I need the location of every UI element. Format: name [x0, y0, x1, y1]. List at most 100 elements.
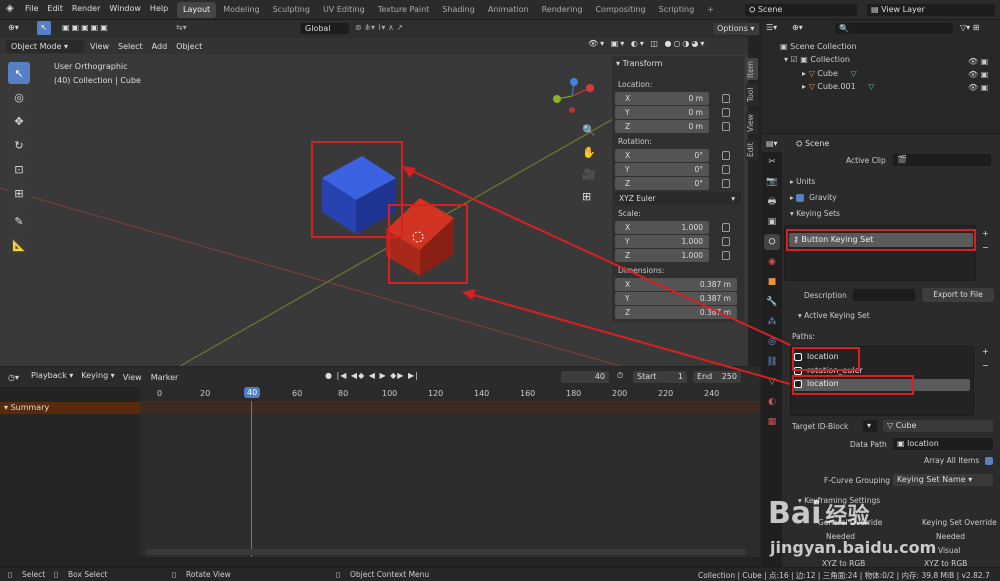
active-clip-field[interactable]: 🎬 — [892, 153, 992, 167]
menu-view[interactable]: View — [90, 42, 109, 51]
select-mode-icon[interactable]: ↖ — [37, 21, 51, 35]
data-path-field[interactable]: ▣ location — [892, 437, 994, 451]
tab-compositing[interactable]: Compositing — [589, 2, 651, 18]
transform-title[interactable]: ▾ Transform — [616, 59, 662, 68]
lock-icon[interactable] — [722, 223, 730, 232]
active-keying-set-panel[interactable]: ▾ Active Keying Set — [798, 311, 870, 320]
lock-icon[interactable] — [722, 165, 730, 174]
menu-help[interactable]: Help — [150, 4, 168, 13]
units-panel[interactable]: ▸ Units — [790, 177, 815, 186]
summary-channel[interactable]: ▾ Summary — [0, 402, 140, 414]
render-tab-icon[interactable]: 📷 — [764, 174, 780, 190]
target-type-dropdown[interactable]: ▾ — [862, 419, 878, 433]
outliner-item-cube-001[interactable]: ▸ ▽ Cube.001 ▽ — [802, 82, 874, 91]
outliner-editor-icon[interactable]: ☰▾ — [766, 23, 777, 32]
view-layer-tab-icon[interactable]: ▣ — [764, 214, 780, 230]
add-keying-set-button[interactable]: + — [982, 229, 989, 238]
menu-select[interactable]: Select — [118, 42, 143, 51]
tab-sculpting[interactable]: Sculpting — [267, 2, 316, 18]
physics-tab-icon[interactable]: ◎ — [764, 334, 780, 350]
timeline-ruler[interactable]: 0 20 40 60 80 100 120 140 160 180 200 22… — [140, 387, 760, 401]
end-frame-field[interactable]: End 250 — [692, 370, 742, 384]
transform-pivot-icon[interactable]: ⇆▾ — [176, 23, 187, 32]
lock-icon[interactable] — [722, 179, 730, 188]
lock-icon[interactable] — [722, 251, 730, 260]
outliner-search-input[interactable]: 🔍 — [834, 22, 954, 35]
modifier-tab-icon[interactable]: 🔧 — [764, 294, 780, 310]
timeline-scrollbar[interactable] — [146, 549, 746, 555]
add-workspace-button[interactable]: + — [701, 2, 720, 18]
display-mode-icon[interactable]: ⊕▾ — [792, 23, 803, 32]
orientation-dropdown[interactable]: Global — [300, 22, 350, 35]
lock-icon[interactable] — [722, 122, 730, 131]
scene-collection-row[interactable]: ▣ Scene Collection — [780, 42, 857, 51]
output-tab-icon[interactable]: 🖶 — [764, 194, 780, 210]
rotation-mode-dropdown[interactable]: XYZ Euler ▾ — [615, 192, 741, 205]
menu-timeline-view[interactable]: View — [123, 373, 142, 382]
lock-icon[interactable] — [722, 151, 730, 160]
menu-keying[interactable]: Keying ▾ — [77, 370, 119, 384]
remove-path-button[interactable]: − — [982, 361, 989, 370]
sidebar-tab-edit[interactable]: Edit — [746, 140, 758, 160]
shading-icons[interactable]: 👁▾ ▣▾ ◐▾ ◫ ●○◑◕▾ — [588, 39, 706, 48]
menu-window[interactable]: Window — [109, 4, 141, 13]
object-tab-icon[interactable]: ■ — [764, 274, 780, 290]
tab-modeling[interactable]: Modeling — [217, 2, 265, 18]
tab-texture-paint[interactable]: Texture Paint — [372, 2, 436, 18]
annotate-tool-icon[interactable]: ✎ — [8, 210, 30, 232]
gravity-panel[interactable]: ▸ Gravity — [790, 193, 837, 202]
editor-type-icon[interactable]: ⊕▾ — [8, 23, 19, 32]
grid-icon[interactable]: ⊞ — [582, 186, 596, 208]
fcurve-grouping-dropdown[interactable]: Keying Set Name ▾ — [892, 473, 994, 487]
select-tool-icon[interactable]: ↖ — [8, 62, 30, 84]
scale-x-field[interactable]: X 1.000 — [615, 221, 709, 234]
lock-icon[interactable] — [722, 94, 730, 103]
menu-file[interactable]: File — [25, 4, 38, 13]
add-path-button[interactable]: + — [982, 347, 989, 356]
transform-tool-icon[interactable]: ⊞ — [8, 182, 30, 204]
texture-tab-icon[interactable]: ▦ — [764, 414, 780, 430]
export-to-file-button[interactable]: Export to File — [922, 288, 994, 302]
lock-icon[interactable] — [722, 237, 730, 246]
particles-tab-icon[interactable]: ⁂ — [764, 314, 780, 330]
array-all-items-checkbox[interactable]: Array All Items — [924, 456, 998, 465]
tab-layout[interactable]: Layout — [177, 2, 217, 18]
menu-edit[interactable]: Edit — [47, 4, 63, 13]
location-x-field[interactable]: X0 m — [615, 92, 709, 105]
rotate-tool-icon[interactable]: ↻ — [8, 134, 30, 156]
menu-object[interactable]: Object — [176, 42, 202, 51]
blender-logo-icon[interactable]: ◈ — [6, 3, 14, 14]
zoom-icon[interactable]: 🔍 — [582, 120, 596, 142]
snap-icons[interactable]: ⊚ ⋔▾ ⌇▾ ∧ ↗ — [355, 23, 403, 32]
location-y-field[interactable]: Y0 m — [615, 106, 709, 119]
menu-render[interactable]: Render — [72, 4, 100, 13]
sidebar-tab-view[interactable]: View — [746, 112, 758, 134]
options-dropdown[interactable]: Options ▾ — [712, 22, 760, 36]
tab-rendering[interactable]: Rendering — [536, 2, 589, 18]
keying-sets-panel[interactable]: ▾ Keying Sets — [790, 209, 840, 218]
mode-dropdown[interactable]: Object Mode ▾ — [6, 39, 84, 53]
target-id-field[interactable]: ▽ Cube — [882, 419, 994, 433]
tab-shading[interactable]: Shading — [436, 2, 481, 18]
tab-uv-editing[interactable]: UV Editing — [317, 2, 371, 18]
remove-keying-set-button[interactable]: − — [982, 243, 989, 252]
constraints-tab-icon[interactable]: ⛓ — [764, 354, 780, 370]
dimension-z-field[interactable]: Z 0.387 m — [615, 306, 737, 319]
scene-tab-icon[interactable]: ⛭ — [764, 234, 780, 250]
pan-hand-icon[interactable]: ✋ — [582, 142, 596, 164]
rotation-z-field[interactable]: Z 0° — [615, 177, 709, 190]
scale-y-field[interactable]: Y 1.000 — [615, 235, 709, 248]
timeline-editor-icon[interactable]: ◷▾ — [8, 373, 19, 382]
rotation-y-field[interactable]: Y 0° — [615, 163, 709, 176]
view-layer-selector[interactable]: ▤ View Layer — [866, 3, 996, 17]
tab-animation[interactable]: Animation — [482, 2, 535, 18]
world-tab-icon[interactable]: ◉ — [764, 254, 780, 270]
dimension-y-field[interactable]: Y 0.387 m — [615, 292, 737, 305]
move-tool-icon[interactable]: ✥ — [8, 110, 30, 132]
visibility-icons[interactable]: 👁 ▣ 👁 ▣ 👁 ▣ — [968, 55, 988, 94]
filter-icon[interactable]: ▽▾ ⊞ — [960, 23, 979, 32]
sidebar-tab-tool[interactable]: Tool — [746, 84, 758, 106]
tab-scripting[interactable]: Scripting — [653, 2, 701, 18]
current-frame-marker[interactable]: 40 — [244, 387, 261, 398]
timeline-body[interactable] — [140, 401, 760, 557]
